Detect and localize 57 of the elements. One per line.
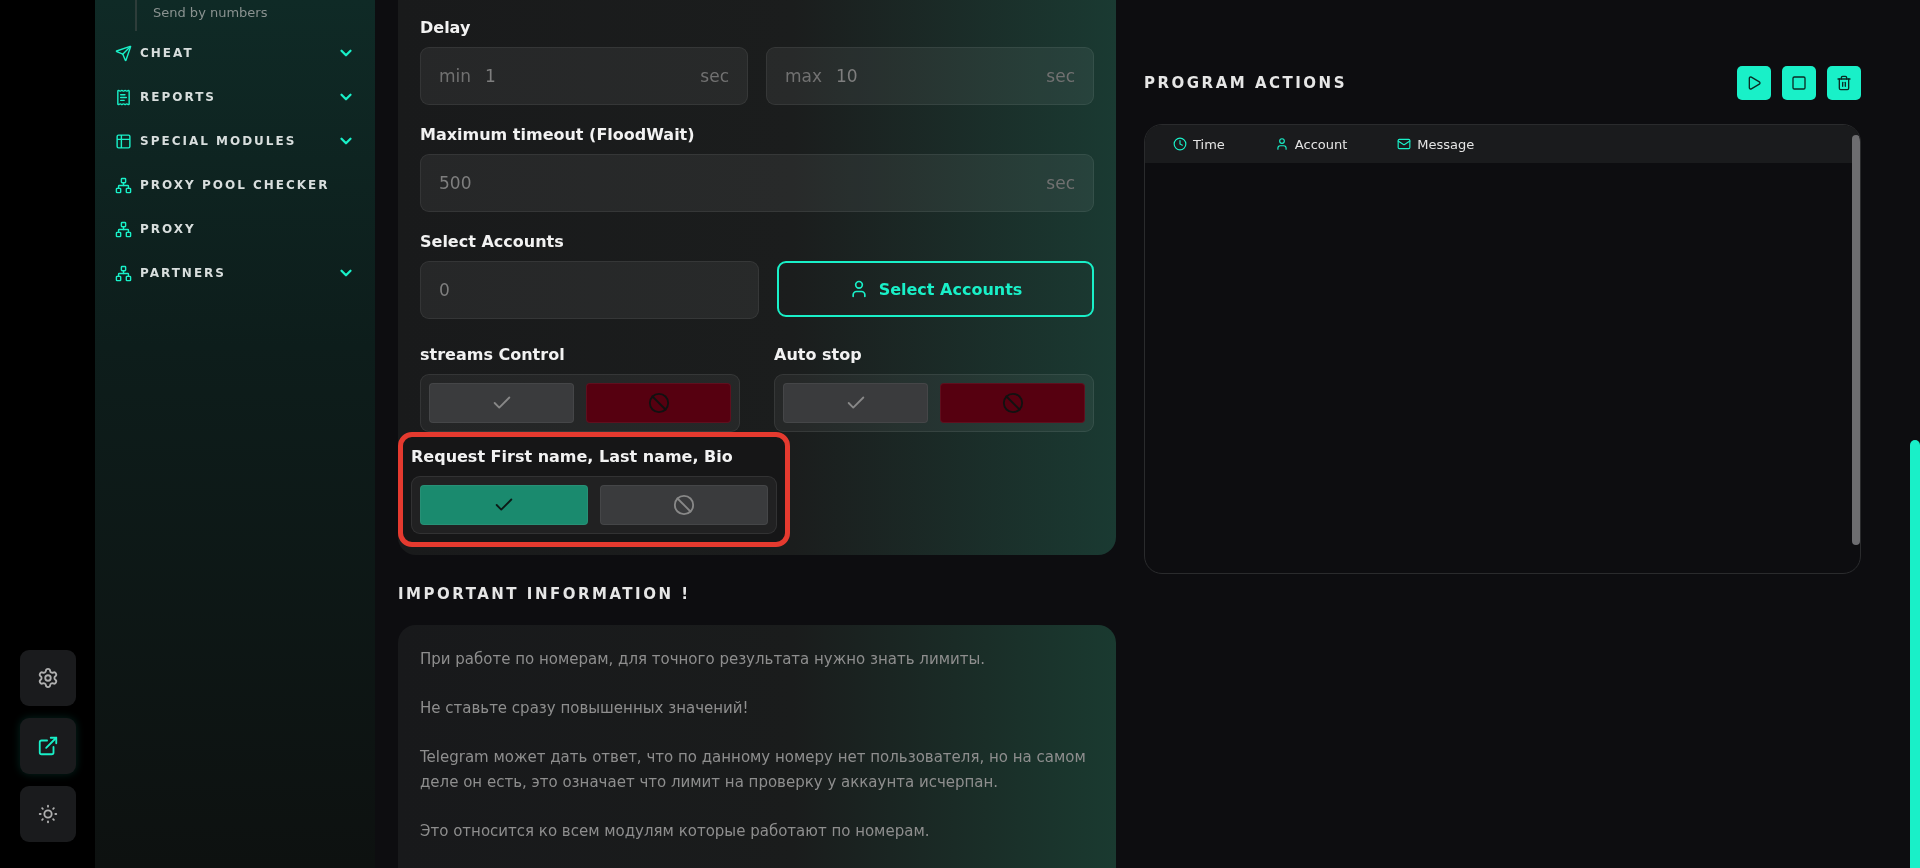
nav-subitem[interactable]: Send by numbers xyxy=(153,5,268,20)
stop-icon xyxy=(1791,75,1807,91)
nav-item[interactable]: PROXY POOL CHECKER xyxy=(115,163,355,207)
disable-button[interactable] xyxy=(940,383,1085,423)
external-icon xyxy=(36,735,59,757)
info-paragraph: Это относится ко всем модулям которые работают по номерам. xyxy=(420,821,931,842)
disable-button[interactable] xyxy=(600,485,768,525)
play-button[interactable] xyxy=(1737,66,1771,100)
stop-button[interactable] xyxy=(1782,66,1816,100)
info-paragraph: Telegram может дать ответ, что по данному номеру нет пользователя, но на самом деле он есть, это означает что лимит на проверку у аккаунта исчерпан. xyxy=(420,747,1087,793)
send-icon xyxy=(115,44,132,62)
mail-icon xyxy=(1397,137,1412,151)
field-label: Auto stop xyxy=(774,345,863,364)
page-scrollbar[interactable] xyxy=(1910,440,1920,868)
section-title: IMPORTANT INFORMATION ! xyxy=(398,585,692,603)
info-paragraph: При работе по номерам, для точного результата нужно знать лимиты. xyxy=(420,649,987,670)
play-icon xyxy=(1746,75,1762,91)
column-header[interactable]: Message xyxy=(1397,136,1475,152)
rail-button[interactable] xyxy=(19,650,76,706)
select-accounts-button[interactable]: Select Accounts xyxy=(777,261,1094,317)
nav-item[interactable]: CHEAT xyxy=(115,31,355,75)
column-header[interactable]: Time xyxy=(1173,136,1225,152)
field-label: Maximum timeout (FloodWait) xyxy=(420,125,696,144)
rail-button[interactable] xyxy=(19,718,76,774)
section-title: PROGRAM ACTIONS xyxy=(1144,74,1348,92)
network-icon xyxy=(115,220,132,238)
nav-item[interactable]: REPORTS xyxy=(115,75,355,119)
column-header[interactable]: Account xyxy=(1274,136,1348,152)
user-icon xyxy=(1274,137,1289,151)
field-label: Delay xyxy=(420,18,472,37)
prohibited-icon xyxy=(1001,392,1024,414)
field-label: Request First name, Last name, Bio xyxy=(411,447,734,466)
enable-button[interactable] xyxy=(420,485,588,525)
report-icon xyxy=(115,88,132,106)
clock-icon xyxy=(1173,137,1187,151)
trash-icon xyxy=(1836,75,1852,91)
input-field[interactable]: 0 xyxy=(420,261,759,319)
input-field[interactable]: 500 sec xyxy=(420,154,1094,212)
table-icon xyxy=(115,132,132,150)
settings-icon xyxy=(36,667,59,689)
prohibited-icon xyxy=(673,494,695,516)
nav-item[interactable]: PARTNERS xyxy=(115,251,355,295)
enable-button[interactable] xyxy=(783,383,928,423)
input-field[interactable]: min 1 sec xyxy=(420,47,748,105)
nav-item[interactable]: PROXY xyxy=(115,207,355,251)
scrollbar[interactable] xyxy=(1852,135,1860,545)
nav-item[interactable]: SPECIAL MODULES xyxy=(115,119,355,163)
info-paragraph: Не ставьте сразу повышенных значений! xyxy=(420,698,750,719)
disable-button[interactable] xyxy=(586,383,731,423)
theme-icon xyxy=(36,803,59,825)
delete-button[interactable] xyxy=(1827,66,1861,100)
enable-button[interactable] xyxy=(429,383,574,423)
network-icon xyxy=(115,264,132,282)
field-label: Select Accounts xyxy=(420,232,565,251)
network-icon xyxy=(115,176,132,194)
field-label: streams Control xyxy=(420,345,566,364)
prohibited-icon xyxy=(647,392,670,414)
